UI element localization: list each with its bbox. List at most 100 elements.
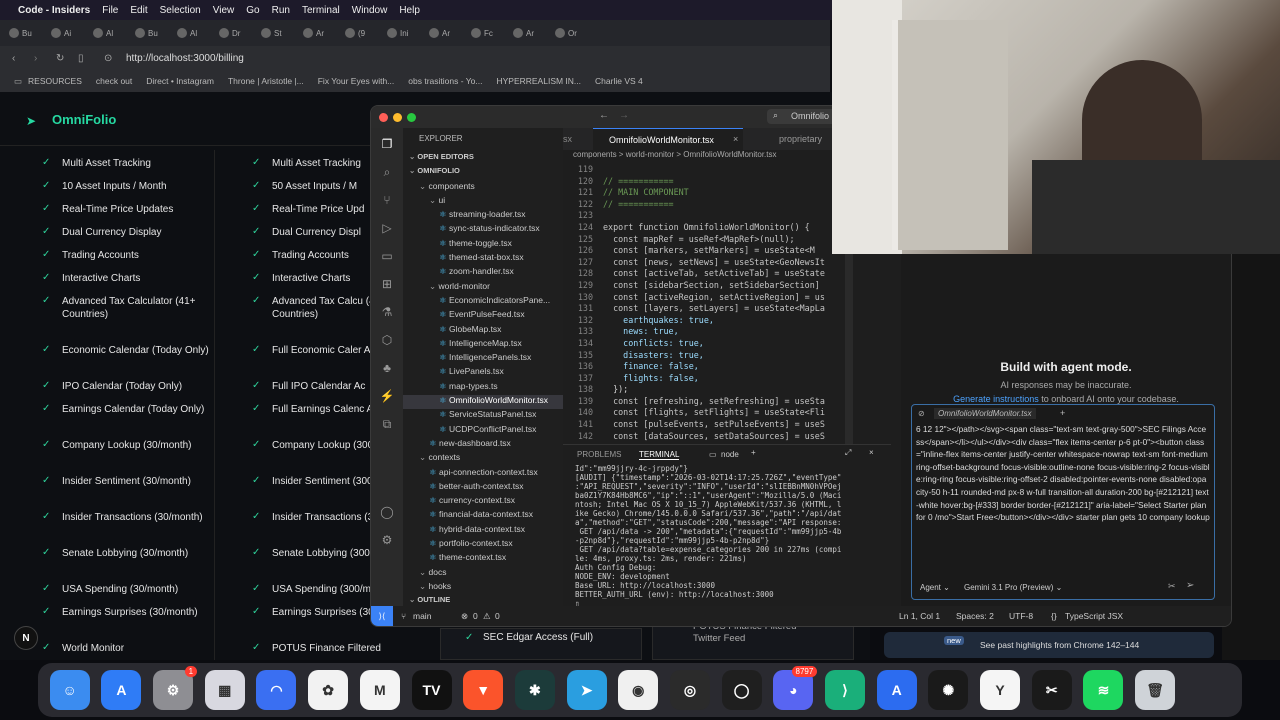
maximize-window-icon[interactable] — [407, 113, 416, 122]
chatgpt-icon[interactable]: ✺ — [928, 670, 969, 710]
menu-view[interactable]: View — [213, 5, 235, 16]
context-file-chip[interactable]: OmnifolioWorldMonitor.tsx — [934, 408, 1036, 419]
url-field[interactable]: http://localhost:3000/billing — [126, 53, 244, 64]
terminal-shell[interactable]: node — [721, 450, 739, 459]
testing-icon[interactable]: ⚗ — [378, 305, 396, 319]
gmail-icon[interactable]: M — [359, 670, 400, 710]
tree-file[interactable]: ⚛ map-types.ts — [403, 381, 563, 395]
menu-app-name[interactable]: Code - Insiders — [18, 5, 90, 16]
chat-input-box[interactable]: ⊘ OmnifolioWorldMonitor.tsx + 6 12 12"><… — [911, 404, 1215, 600]
discord-icon[interactable]: ◕ 8797 — [773, 666, 818, 710]
menu-selection[interactable]: Selection — [160, 5, 201, 16]
bookmark-throne[interactable]: Throne | Aristotle |... — [228, 76, 304, 86]
tree-file[interactable]: ⚛ ServiceStatusPanel.tsx — [403, 409, 563, 423]
bookmark-hyperrealism[interactable]: HYPERREALISM IN... — [496, 76, 581, 86]
arc-icon[interactable]: A — [876, 670, 917, 710]
perplexity-icon[interactable]: ✱ — [514, 670, 555, 710]
editor-tab-next[interactable]: proprietary — [779, 134, 822, 144]
bookmark-icon[interactable]: ▯ — [78, 53, 84, 64]
chatgpt-atlas-icon[interactable]: ◯ — [721, 670, 762, 710]
tree-file[interactable]: ⚛ financial-data-context.tsx — [403, 509, 563, 523]
tree-file[interactable]: ⚛ EventPulseFeed.tsx — [403, 309, 563, 323]
search-icon[interactable]: ⌕ — [378, 165, 396, 179]
editor-tab-active[interactable]: OmnifolioWorldMonitor.tsx × — [593, 128, 743, 151]
mirror-icon[interactable]: ◠ — [256, 670, 297, 710]
finder-icon[interactable]: ☺ — [49, 670, 90, 710]
minimize-window-icon[interactable] — [393, 113, 402, 122]
tree-file[interactable]: ⚛ themed-stat-box.tsx — [403, 252, 563, 266]
browser-tab[interactable]: Ar — [424, 24, 462, 42]
tree-file[interactable]: ⚛ sync-status-indicator.tsx — [403, 223, 563, 237]
graph-icon[interactable]: ⧉ — [378, 417, 396, 431]
chrome-whats-new-banner[interactable]: new See past highlights from Chrome 142–… — [884, 632, 1214, 658]
chrome-icon[interactable]: ◉ — [618, 670, 659, 710]
tree-folder[interactable]: ⌄ ui — [403, 195, 563, 209]
tree-file[interactable]: ⚛ portfolio-context.tsx — [403, 538, 563, 552]
launchpad-icon[interactable]: ▦ — [204, 670, 245, 710]
tree-folder[interactable]: ⌄ contexts — [403, 452, 563, 466]
menu-terminal[interactable]: Terminal — [302, 5, 340, 16]
bookmark-charlie[interactable]: Charlie VS 4 — [595, 76, 643, 86]
tree-file[interactable]: ⚛ UCDPConflictPanel.tsx — [403, 424, 563, 438]
tree-file[interactable]: ⚛ api-connection-context.tsx — [403, 467, 563, 481]
app-store-icon[interactable]: A — [101, 670, 142, 710]
system-settings-icon[interactable]: ⚙ 1 — [153, 666, 198, 710]
bookmark-obs-transitions[interactable]: obs trasitions - Yo... — [408, 76, 482, 86]
error-count[interactable]: 0 — [473, 611, 478, 621]
browser-tab[interactable]: Bu — [130, 24, 168, 42]
language-mode[interactable]: TypeScript JSX — [1065, 611, 1123, 621]
browser-tab[interactable]: Or — [550, 24, 588, 42]
new-terminal-icon[interactable]: + — [751, 448, 756, 457]
terminal-output[interactable]: Id":"mm99jjry-4c-jrppdy"} [AUDIT] {"times… — [563, 464, 883, 626]
chat-message-input[interactable]: 6 12 12"></path></svg><span class="text-… — [916, 423, 1210, 573]
tradingview-icon[interactable]: TV — [411, 670, 452, 710]
tree-file[interactable]: ⚛ hybrid-data-context.tsx — [403, 524, 563, 538]
tab-problems[interactable]: PROBLEMS — [577, 450, 621, 459]
nav-back-icon[interactable]: ← — [599, 110, 609, 121]
browser-tab[interactable]: Bu — [4, 24, 42, 42]
bookmark-instagram[interactable]: Direct • Instagram — [146, 76, 214, 86]
branch-name[interactable]: main — [413, 611, 431, 621]
copilot-icon[interactable]: ⚡ — [378, 389, 396, 403]
python-icon[interactable]: ♣ — [378, 361, 396, 375]
browser-tab[interactable]: Ar — [298, 24, 336, 42]
attach-context-icon[interactable]: ⊘ — [918, 409, 925, 418]
tree-file[interactable]: ⚛ theme-toggle.tsx — [403, 238, 563, 252]
photos-icon[interactable]: ✿ — [308, 670, 349, 710]
explorer-icon[interactable]: ❐ — [378, 137, 396, 151]
indentation[interactable]: Spaces: 2 — [956, 611, 994, 621]
telegram-icon[interactable]: ➤ — [566, 670, 607, 710]
generate-instructions-link[interactable]: Generate instructions — [953, 394, 1039, 404]
vscode-insiders-icon[interactable]: ⟩ — [825, 670, 865, 710]
run-debug-icon[interactable]: ▷ — [378, 221, 396, 235]
obs-icon[interactable]: ◎ — [669, 670, 710, 710]
tree-folder[interactable]: ⌄ docs — [403, 567, 563, 581]
browser-tab[interactable]: Al — [88, 24, 126, 42]
tree-file[interactable]: ⚛ IntelligencePanels.tsx — [403, 352, 563, 366]
tools-icon[interactable]: ✂ — [1168, 581, 1176, 592]
remote-indicator-icon[interactable]: ⟩⟨ — [371, 606, 393, 626]
add-context-icon[interactable]: + — [1060, 408, 1065, 418]
close-tab-icon[interactable]: × — [733, 134, 738, 144]
menu-run[interactable]: Run — [272, 5, 290, 16]
chat-mode-select[interactable]: Agent ⌄ — [920, 583, 950, 592]
menu-window[interactable]: Window — [352, 5, 388, 16]
extensions-icon[interactable]: ⊞ — [378, 277, 396, 291]
spotify-icon[interactable]: ≋ — [1083, 670, 1124, 710]
bookmark-fix-eyes[interactable]: Fix Your Eyes with... — [318, 76, 395, 86]
tree-file[interactable]: ⚛ theme-context.tsx — [403, 552, 563, 566]
account-icon[interactable]: ◯ — [378, 505, 396, 519]
tree-file[interactable]: ⚛ new-dashboard.tsx — [403, 438, 563, 452]
explorer-section[interactable]: ⌄ OMNIFOLIO — [403, 166, 563, 180]
tree-file[interactable]: ⚛ IntelligenceMap.tsx — [403, 338, 563, 352]
bookmark-check-out[interactable]: check out — [96, 76, 132, 86]
browser-tab[interactable]: (9 — [340, 24, 378, 42]
trash-icon[interactable]: 🗑 — [1135, 670, 1176, 710]
tree-file[interactable]: ⚛ GlobeMap.tsx — [403, 324, 563, 338]
tree-file[interactable]: ⚛ currency-context.tsx — [403, 495, 563, 509]
nav-forward-icon[interactable]: → — [619, 110, 629, 121]
encoding[interactable]: UTF-8 — [1009, 611, 1033, 621]
menu-file[interactable]: File — [102, 5, 118, 16]
browser-tab[interactable]: Ai — [46, 24, 84, 42]
containers-icon[interactable]: ⬡ — [378, 333, 396, 347]
